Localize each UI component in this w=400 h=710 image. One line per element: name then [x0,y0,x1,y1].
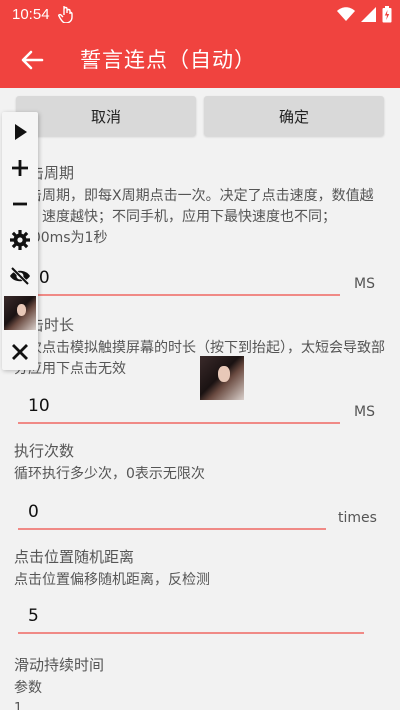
page-title: 誓言连点（自动） [80,48,256,72]
exec-count-unit: times [338,510,377,526]
app-bar: 誓言连点（自动） [0,32,400,88]
hide-icon[interactable] [8,264,32,288]
random-distance-input[interactable]: 5 [18,600,364,634]
field-label-random-distance: 点击位置随机距离 [14,548,135,566]
confirm-button[interactable]: 确定 [204,96,384,136]
exec-count-value: 0 [28,502,39,522]
field-desc-exec-count: 循环执行多少次，0表示无限次 [14,466,205,482]
status-bar: 10:54 [0,0,400,32]
signal-icon [361,7,376,22]
floating-target-thumbnail[interactable] [200,356,244,400]
random-distance-value: 5 [28,606,39,626]
click-period-input[interactable]: 50 [18,262,340,296]
cancel-button[interactable]: 取消 [16,96,196,136]
field-desc-click-period: 点击周期，即每X周期点击一次。决定了点击速度，数值越小，速度越快；不同手机，应用… [14,188,374,246]
back-arrow-icon[interactable] [18,46,46,74]
status-time: 10:54 [12,6,50,23]
touch-icon [58,6,73,23]
click-duration-input[interactable]: 10 [18,390,340,424]
play-icon[interactable] [8,120,32,144]
minus-icon[interactable] [8,192,32,216]
click-period-unit: MS [354,276,375,292]
wifi-icon [337,7,355,21]
field-desc-random-distance: 点击位置偏移随机距离，反检测 [14,572,210,588]
field-label-exec-count: 执行次数 [14,442,75,460]
close-icon[interactable] [8,340,32,364]
field-desc-swipe-duration: 参数 [14,680,42,696]
battery-icon [382,6,392,23]
exec-count-input[interactable]: 0 [18,496,326,530]
swipe-duration-value: 1 [14,701,23,710]
plus-icon[interactable] [8,156,32,180]
toolbar-thumbnail[interactable] [4,296,36,330]
floating-toolbar [2,112,38,370]
settings-icon[interactable] [8,228,32,252]
click-duration-unit: MS [354,404,375,420]
field-label-swipe-duration: 滑动持续时间 [14,656,105,674]
click-duration-value: 10 [28,396,50,416]
